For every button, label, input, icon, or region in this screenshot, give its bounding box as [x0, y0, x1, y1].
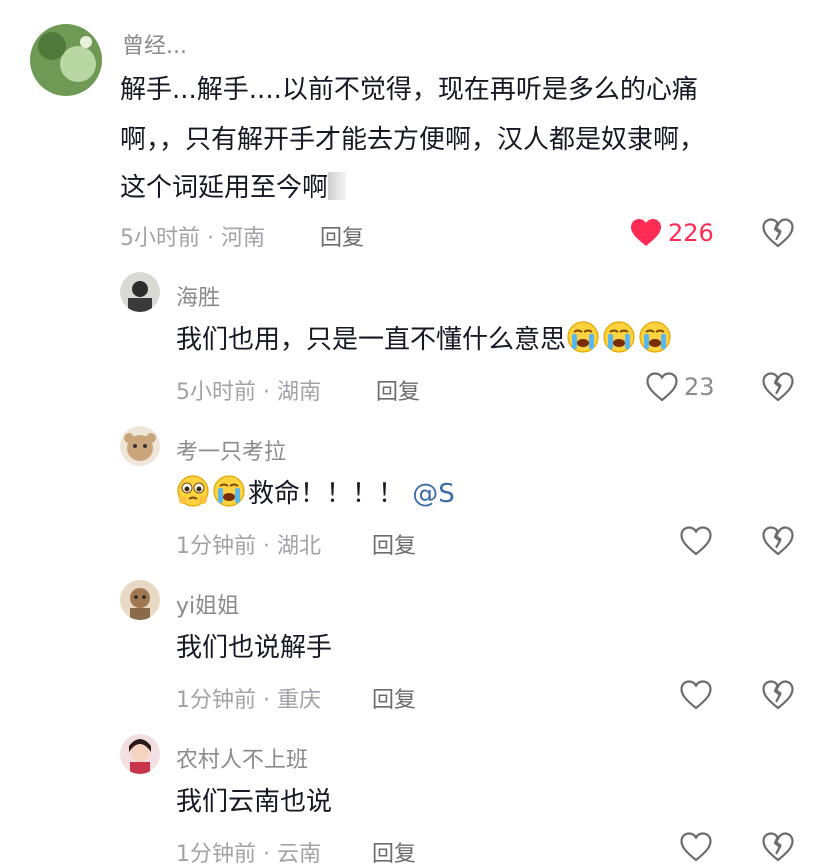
dislike-button[interactable]: [762, 526, 794, 556]
like-button[interactable]: 226: [630, 218, 714, 248]
mention-link[interactable]: @S: [412, 479, 455, 509]
reply-button[interactable]: 回复: [372, 836, 416, 868]
meta-separator: ·: [256, 380, 277, 405]
comment-meta: 5小时前 · 河南: [120, 220, 265, 252]
dislike-button[interactable]: [762, 218, 794, 248]
reply-button[interactable]: 回复: [376, 374, 420, 406]
like-count: 23: [684, 373, 715, 401]
comment-text-content: 我们也用，只是一直不懂什么意思: [176, 325, 567, 355]
comment-meta: 5小时前 · 湖南: [176, 374, 321, 406]
like-count: 226: [668, 219, 714, 247]
avatar[interactable]: [30, 24, 102, 96]
comment-region: 湖南: [276, 380, 321, 405]
comment-text: 我们也用，只是一直不懂什么意思: [176, 316, 674, 364]
heart-icon: [680, 680, 712, 710]
meta-separator: ·: [200, 226, 221, 251]
comment-text-line-3-content: 这个词延用至今啊: [120, 173, 329, 203]
reply-button[interactable]: 回复: [372, 528, 416, 560]
broken-heart-icon: [762, 372, 794, 402]
comment-region: 湖北: [276, 534, 321, 559]
broken-heart-icon: [762, 526, 794, 556]
comment-author[interactable]: 曾经...: [122, 28, 187, 60]
comment-text: 我们云南也说: [176, 787, 333, 817]
like-button[interactable]: [680, 526, 712, 556]
loudly-crying-face-icon: [566, 320, 600, 354]
avatar[interactable]: [120, 426, 160, 466]
comment-region: 河南: [220, 226, 265, 251]
like-button[interactable]: [680, 832, 712, 862]
meta-separator: ·: [256, 534, 277, 559]
avatar[interactable]: [120, 580, 160, 620]
dislike-button[interactable]: [762, 680, 794, 710]
comment-time: 5小时前: [120, 226, 200, 251]
broken-heart-icon: [762, 832, 794, 862]
comment-author[interactable]: 农村人不上班: [176, 742, 308, 774]
avatar[interactable]: [120, 272, 160, 312]
comment-text-line-2: 啊，，只有解开手才能去方便啊，汉人都是奴隶啊，: [120, 125, 706, 155]
blurred-emoji: [328, 172, 347, 200]
comment-meta: 1分钟前 · 云南: [176, 836, 321, 868]
like-button[interactable]: 23: [646, 372, 715, 402]
meta-separator: ·: [256, 688, 277, 713]
reply-button[interactable]: 回复: [372, 682, 416, 714]
dislike-button[interactable]: [762, 372, 794, 402]
comment-author[interactable]: yi姐姐: [176, 588, 239, 620]
broken-heart-icon: [762, 680, 794, 710]
avatar[interactable]: [120, 734, 160, 774]
loudly-crying-face-icon: [602, 320, 636, 354]
loudly-crying-face-icon: [212, 474, 246, 508]
comment-time: 5小时前: [176, 380, 256, 405]
comment-text-line-1: 解手...解手....以前不觉得，现在再听是多么的心痛: [120, 75, 698, 105]
heart-icon: [631, 219, 661, 246]
comment-author[interactable]: 考一只考拉: [176, 434, 286, 466]
like-button[interactable]: [680, 680, 712, 710]
meta-separator: ·: [256, 842, 277, 867]
loudly-crying-face-icon: [638, 320, 672, 354]
comment-region: 云南: [276, 842, 321, 867]
comment-text-content: 救命！！！！: [248, 479, 405, 509]
comment-author[interactable]: 海胜: [176, 280, 220, 312]
comment-meta: 1分钟前 · 重庆: [176, 682, 321, 714]
reply-button[interactable]: 回复: [320, 220, 364, 252]
comment-region: 重庆: [276, 688, 321, 713]
dislike-button[interactable]: [762, 832, 794, 862]
comment-text: 我们也说解手: [176, 633, 333, 663]
comment-text-line-3: 这个词延用至今啊: [120, 164, 347, 212]
comment-text: 救命！！！！ @S: [176, 470, 455, 518]
broken-heart-icon: [762, 218, 794, 248]
comment-meta: 1分钟前 · 湖北: [176, 528, 321, 560]
heart-icon: [680, 832, 712, 862]
comment-time: 1分钟前: [176, 534, 256, 559]
tearful-face-icon: [176, 474, 210, 508]
comment-time: 1分钟前: [176, 688, 256, 713]
comment-time: 1分钟前: [176, 842, 256, 867]
heart-icon: [646, 372, 678, 402]
heart-icon: [680, 526, 712, 556]
